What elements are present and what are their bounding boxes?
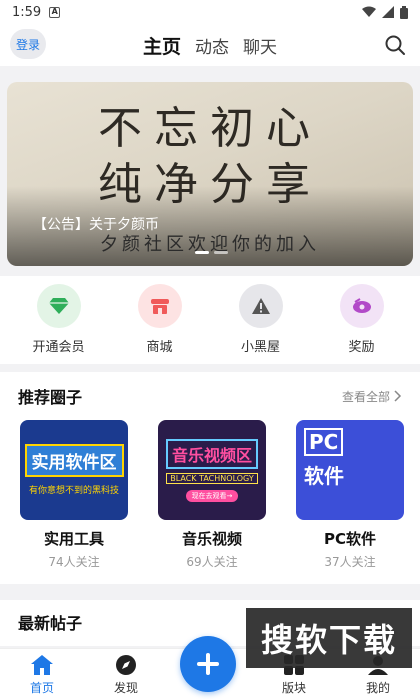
notification-icon: A (49, 6, 61, 18)
tab-feed[interactable]: 动态 (195, 33, 229, 58)
compass-icon (116, 655, 136, 675)
quick-action-rewards[interactable]: 奖励 (317, 276, 407, 364)
cover-subtitle: 有你意想不到的黑科技 (28, 486, 119, 496)
quick-action-label: 奖励 (348, 340, 375, 355)
quick-action-shop[interactable]: 商城 (115, 276, 205, 364)
circle-followers: 74人关注 (48, 555, 100, 569)
warning-icon (238, 284, 283, 328)
circle-followers: 37人关注 (324, 555, 376, 569)
pagination-dot[interactable] (214, 251, 228, 254)
circle-card-music[interactable]: 音乐视频区 BLACK TACHNOLOGY 现在去观看→ 音乐视频 69人关注 (158, 420, 266, 570)
pagination-dot[interactable] (195, 251, 209, 254)
gift-icon (339, 284, 384, 328)
wifi-icon (362, 6, 376, 17)
signal-icon (382, 6, 394, 18)
diamond-icon (36, 284, 81, 328)
quick-action-label: 开通会员 (32, 340, 85, 355)
cover-title: 音乐视频区 (165, 438, 258, 469)
tab-chat[interactable]: 聊天 (243, 33, 277, 58)
announcement-banner[interactable]: 不忘初心 纯净分享 【公告】关于夕颜币 夕颜社区欢迎你的加入 (7, 82, 413, 266)
banner-pagination (195, 251, 228, 254)
section-header: 推荐圈子 查看全部 (0, 372, 420, 420)
nav-home[interactable]: 首页 (12, 654, 72, 696)
nav-label: 首页 (29, 681, 54, 695)
quick-actions: 开通会员 商城 小黑屋 奖励 (0, 276, 420, 364)
quick-action-blacklist[interactable]: 小黑屋 (216, 276, 306, 364)
circle-cards: 实用软件区 有你意想不到的黑科技 实用工具 74人关注 音乐视频区 BLACK … (0, 420, 420, 570)
nav-label: 版块 (281, 681, 306, 695)
login-button[interactable]: 登录 (10, 29, 46, 59)
circle-title: 实用工具 (43, 530, 104, 548)
recommended-circles: 推荐圈子 查看全部 实用软件区 有你意想不到的黑科技 实用工具 74人关注 音乐… (0, 372, 420, 584)
cover-title: PC (304, 428, 344, 456)
cover-subtitle: BLACK TACHNOLOGY (166, 472, 258, 484)
status-time: 1:59 (12, 4, 42, 20)
banner-calligraphy-line1: 不忘初心 (98, 103, 322, 154)
circle-title: PC软件 (323, 530, 376, 548)
view-all-link[interactable]: 查看全部 (342, 388, 402, 405)
home-icon (31, 655, 53, 675)
section-title: 推荐圈子 (18, 388, 83, 407)
create-post-button[interactable] (180, 636, 236, 692)
watermark-logo: 搜软下载 (246, 608, 412, 668)
status-icons (362, 5, 408, 19)
quick-action-vip[interactable]: 开通会员 (14, 276, 104, 364)
view-all-label: 查看全部 (341, 389, 390, 404)
cover-pill: 现在去观看→ (185, 489, 239, 502)
circle-cover-image: 实用软件区 有你意想不到的黑科技 (20, 420, 128, 520)
circle-card-tools[interactable]: 实用软件区 有你意想不到的黑科技 实用工具 74人关注 (20, 420, 128, 570)
circle-followers: 69人关注 (186, 555, 238, 569)
chevron-right-icon (394, 390, 402, 402)
nav-label: 我的 (365, 681, 390, 695)
nav-discover[interactable]: 发现 (96, 654, 156, 696)
circle-title: 音乐视频 (181, 530, 242, 548)
circle-cover-image: 音乐视频区 BLACK TACHNOLOGY 现在去观看→ (158, 420, 266, 520)
battery-icon (400, 5, 408, 19)
tab-home[interactable]: 主页 (143, 32, 181, 59)
status-bar: 1:59 A (0, 0, 420, 24)
search-icon[interactable] (384, 34, 406, 56)
circle-cover-image: PC 软件 (296, 420, 404, 520)
section-title: 最新帖子 (18, 614, 83, 633)
plus-icon (197, 653, 219, 675)
nav-label: 发现 (113, 681, 138, 695)
quick-action-label: 商城 (146, 340, 173, 355)
shop-icon (137, 284, 182, 328)
top-tabs: 主页 动态 聊天 (143, 32, 277, 59)
cover-title: 实用软件区 (24, 444, 124, 477)
circle-card-pc[interactable]: PC 软件 PC软件 37人关注 (296, 420, 404, 570)
quick-action-label: 小黑屋 (240, 340, 280, 355)
top-bar: 登录 主页 动态 聊天 (0, 24, 420, 66)
cover-subtitle: 软件 (304, 464, 344, 488)
